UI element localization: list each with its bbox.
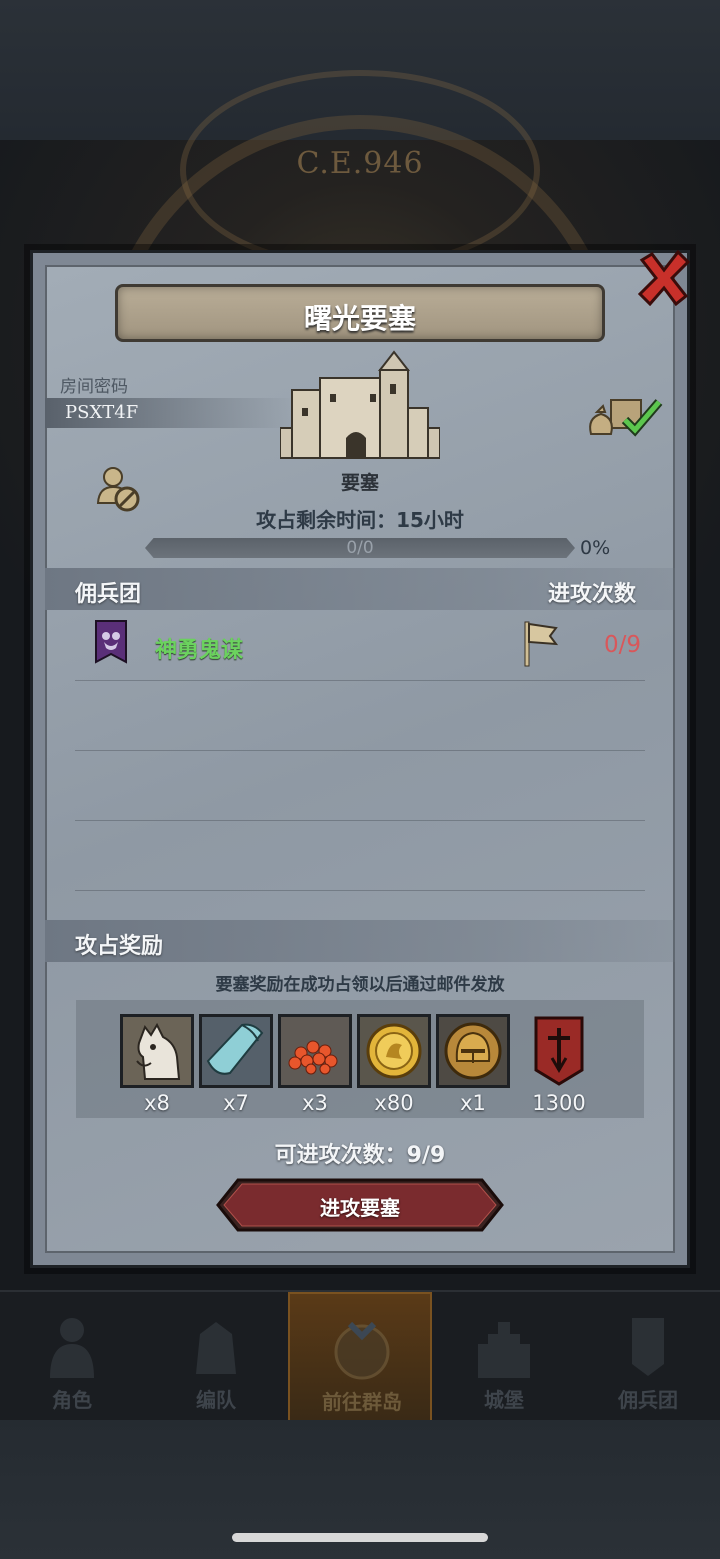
reward-caviar-qty: x3 bbox=[302, 1091, 328, 1115]
nav-tab-team-label: 编队 bbox=[196, 1388, 236, 1412]
nav-tab-guild-label: 佣兵团 bbox=[618, 1388, 678, 1412]
cloth-icon bbox=[206, 1023, 264, 1075]
guild-banner-icon bbox=[534, 1016, 584, 1086]
reward-cloth-qty: x7 bbox=[223, 1091, 249, 1115]
nav-tab-team[interactable]: 编队 bbox=[144, 1292, 288, 1422]
available-attempts-value: 9/9 bbox=[406, 1143, 446, 1168]
reward-horse[interactable] bbox=[120, 1014, 194, 1088]
nav-tab-castle-label: 城堡 bbox=[484, 1388, 524, 1412]
knight-icon bbox=[50, 1318, 94, 1378]
guild-column-title: 佣兵团 bbox=[75, 582, 142, 607]
home-indicator[interactable] bbox=[232, 1533, 488, 1542]
attack-fortress-label: 进攻要塞 bbox=[320, 1196, 400, 1220]
reward-horse-qty: x8 bbox=[144, 1091, 170, 1115]
row-divider bbox=[75, 820, 645, 821]
row-divider bbox=[75, 680, 645, 681]
guild-attack-count: 0/9 bbox=[604, 632, 642, 658]
reward-note: 要塞奖励在成功占领以后通过邮件发放 bbox=[215, 975, 505, 995]
reward-guild-points[interactable] bbox=[522, 1014, 596, 1088]
reward-caviar[interactable] bbox=[278, 1014, 352, 1088]
reward-section-title: 攻占奖励 bbox=[75, 934, 164, 959]
remaining-time-label: 攻占剩余时间： bbox=[256, 508, 397, 532]
guild-emblem bbox=[95, 620, 127, 666]
attack-fortress-button[interactable]: 进攻要塞 bbox=[216, 1178, 504, 1232]
caviar-icon bbox=[288, 1040, 338, 1075]
fortress-type-label: 要塞 bbox=[340, 472, 379, 494]
supply-check-button[interactable] bbox=[585, 392, 665, 440]
flag-icon bbox=[524, 621, 559, 667]
attack-count-column-title: 进攻次数 bbox=[548, 582, 637, 607]
reward-gold-coin-qty: x80 bbox=[374, 1091, 414, 1115]
reward-gold-coin[interactable] bbox=[357, 1014, 431, 1088]
reward-helmet-coin[interactable] bbox=[436, 1014, 510, 1088]
progress-text: 0/0 bbox=[346, 538, 374, 558]
castle-icon bbox=[478, 1322, 530, 1378]
owl-banner-icon bbox=[95, 620, 127, 664]
horse-icon bbox=[136, 1022, 181, 1080]
close-icon bbox=[637, 249, 691, 307]
reward-helmet-coin-qty: x1 bbox=[460, 1091, 486, 1115]
nav-tab-islands-label: 前往群岛 bbox=[322, 1390, 402, 1414]
nav-tab-character-label: 角色 bbox=[52, 1388, 92, 1412]
dialog-title: 曙光要塞 bbox=[303, 302, 416, 335]
available-attempts-row: 可进攻次数：9/9 bbox=[0, 1137, 720, 1169]
nav-tab-castle[interactable]: 城堡 bbox=[432, 1292, 576, 1422]
capture-progress-bar: 0/0 bbox=[145, 538, 575, 558]
nav-tab-islands[interactable]: 前往群岛 bbox=[288, 1292, 432, 1422]
fortress-image bbox=[279, 350, 441, 465]
team-icon bbox=[196, 1322, 236, 1374]
progress-percent: 0% bbox=[580, 537, 611, 559]
row-divider bbox=[75, 750, 645, 751]
room-password-label: 房间密码 bbox=[60, 377, 128, 397]
row-divider bbox=[75, 890, 645, 891]
close-button[interactable] bbox=[637, 249, 691, 307]
bottom-navigation: 角色 编队 前往群岛 城堡 佣兵团 bbox=[0, 1290, 720, 1422]
available-attempts-label: 可进攻次数： bbox=[274, 1143, 407, 1168]
reward-cloth[interactable] bbox=[199, 1014, 273, 1088]
reward-guild-points-qty: 1300 bbox=[532, 1091, 586, 1115]
supplies-check-icon bbox=[589, 399, 663, 437]
nav-tab-character[interactable]: 角色 bbox=[0, 1292, 144, 1422]
fortress-icon bbox=[279, 350, 441, 459]
guild-icon bbox=[632, 1318, 664, 1376]
era-label: C.E.946 bbox=[296, 146, 424, 181]
attack-flag bbox=[522, 620, 559, 668]
gold-coin-icon bbox=[366, 1023, 422, 1079]
nav-tab-guild[interactable]: 佣兵团 bbox=[576, 1292, 720, 1422]
title-banner: 曙光要塞 bbox=[115, 284, 605, 342]
guild-name: 神勇鬼谋 bbox=[155, 638, 244, 663]
room-code-value[interactable]: PSXT4F bbox=[65, 402, 138, 423]
helmet-coin-icon bbox=[444, 1022, 502, 1080]
remaining-time-value: 15小时 bbox=[396, 508, 464, 532]
remaining-time-row: 攻占剩余时间：15小时 bbox=[0, 504, 720, 533]
compass-icon bbox=[334, 1321, 390, 1380]
